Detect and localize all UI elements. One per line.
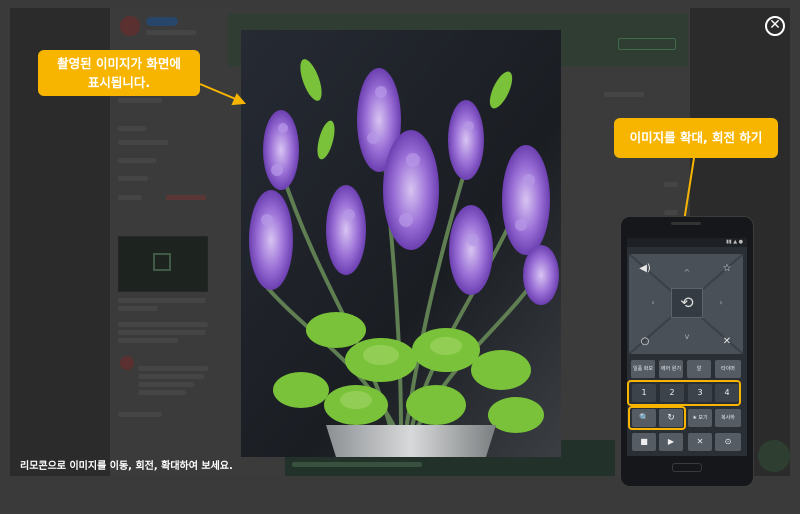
zoom-button[interactable]: 🔍: [632, 409, 656, 427]
rotate-center-button[interactable]: ⟲: [671, 288, 703, 318]
rotate-icon: ↻: [667, 413, 675, 423]
play-icon[interactable]: ▶: [659, 433, 683, 451]
number-key-3[interactable]: 3: [688, 384, 712, 402]
settings-icon[interactable]: ⊙: [715, 433, 741, 451]
volume-icon[interactable]: ◀): [638, 262, 652, 276]
phone-speaker: [671, 222, 701, 225]
number-key-2[interactable]: 2: [660, 384, 684, 402]
remote-key[interactable]: 일품 화보: [631, 360, 655, 378]
remote-key[interactable]: 알: [687, 360, 711, 378]
chevron-down-icon[interactable]: v: [682, 332, 692, 342]
zoom-icon: 🔍: [639, 413, 649, 422]
number-key-1[interactable]: 1: [632, 384, 656, 402]
rotate-icon: ⟲: [680, 293, 694, 312]
rotate-button[interactable]: ↻: [659, 409, 683, 427]
instruction-caption: 리모콘으로 이미지를 이동, 회전, 확대하여 보세요.: [20, 461, 233, 472]
star-icon[interactable]: ☆: [720, 262, 734, 276]
favorite-key[interactable]: ★ 보기: [688, 409, 712, 427]
chevron-up-icon[interactable]: ^: [682, 268, 692, 278]
phone-home-button: [672, 463, 702, 472]
chevron-right-icon[interactable]: ›: [716, 298, 726, 308]
copy-key[interactable]: 복사하: [715, 409, 741, 427]
number-key-4[interactable]: 4: [715, 384, 739, 402]
stop-icon[interactable]: ■: [632, 433, 656, 451]
remote-key[interactable]: 에어 원기: [659, 360, 683, 378]
shuffle-icon[interactable]: ✕: [688, 433, 712, 451]
status-bar: ▮▮ ▲ ●: [627, 238, 747, 247]
chevron-left-icon[interactable]: ‹: [648, 298, 658, 308]
remote-key[interactable]: 타이머: [715, 360, 741, 378]
arrow-head-photo: [231, 93, 247, 106]
close-icon[interactable]: ✕: [720, 335, 734, 349]
arrow-to-photo: [199, 83, 239, 101]
circle-icon[interactable]: ○: [638, 335, 652, 349]
